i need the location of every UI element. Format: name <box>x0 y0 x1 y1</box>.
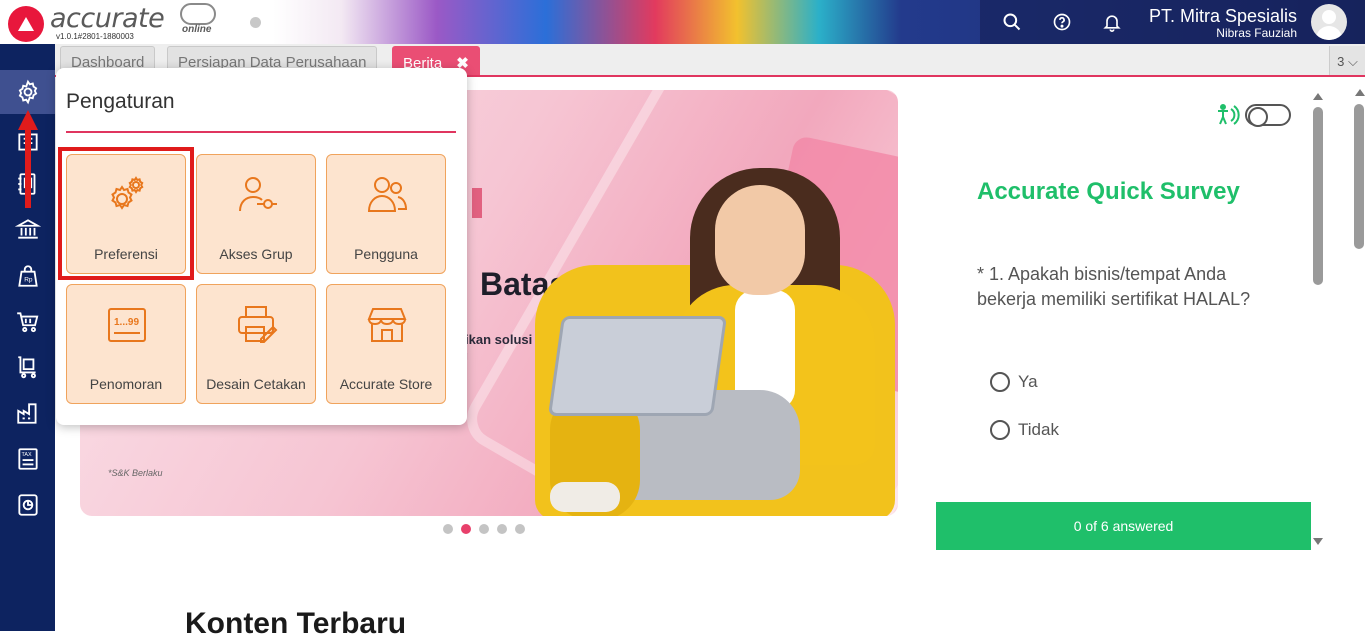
woman-face <box>715 185 805 295</box>
survey-option-tidak[interactable]: Tidak <box>990 420 1059 440</box>
user-key-icon <box>239 177 277 212</box>
option-label: Ya <box>1018 372 1038 391</box>
chart-doc-icon <box>17 494 38 516</box>
status-dot <box>250 17 261 28</box>
survey-scroll-up[interactable] <box>1313 93 1323 100</box>
cloud-icon <box>180 3 216 25</box>
carousel-dot[interactable] <box>479 524 489 534</box>
tile-accurate-store[interactable]: Accurate Store <box>326 284 446 404</box>
store-icon <box>367 308 407 342</box>
survey-scrollbar[interactable] <box>1313 107 1323 285</box>
tile-label: Penomoran <box>89 376 163 392</box>
page-scroll-up[interactable] <box>1355 89 1365 96</box>
carousel-dot[interactable] <box>497 524 507 534</box>
annotation-arrow <box>18 110 38 208</box>
top-bar: accurate online v1.0.1#2801-1880003 PT. … <box>0 0 1365 44</box>
gear-icon <box>18 79 37 105</box>
accessibility-toggle[interactable] <box>1245 104 1291 127</box>
numbering-icon: 1...99 <box>108 308 146 342</box>
popup-divider <box>66 131 456 133</box>
svg-text:TAX: TAX <box>21 452 32 458</box>
tile-label: Pengguna <box>354 246 418 262</box>
receivable-bag-icon: Rp <box>17 265 38 287</box>
search-icon[interactable] <box>1001 11 1023 33</box>
bank-icon <box>14 219 41 239</box>
carousel-dots <box>443 524 525 534</box>
company-name: PT. Mitra Spesialis <box>1148 6 1297 26</box>
sidebar-item-manufacturing[interactable] <box>0 391 55 435</box>
sidebar-item-receivables[interactable]: Rp <box>0 254 55 298</box>
banner-subtext: rikan solusi <box>460 332 533 347</box>
print-design-icon <box>238 306 278 343</box>
accurate-logo-icon <box>8 6 44 42</box>
tile-label: Akses Grup <box>219 246 293 262</box>
carousel-dot[interactable] <box>461 524 471 534</box>
bell-icon[interactable] <box>1101 11 1123 33</box>
banner-accent <box>472 188 482 218</box>
carousel-dot[interactable] <box>443 524 453 534</box>
logo-text: accurate <box>50 3 165 34</box>
sidebar-item-settings[interactable] <box>0 70 55 114</box>
survey-question: * 1. Apakah bisnis/tempat Anda bekerja m… <box>977 264 1251 309</box>
logo-online-label: online <box>182 24 212 35</box>
factory-icon <box>16 403 37 424</box>
tile-label: Accurate Store <box>339 376 433 392</box>
survey-option-ya[interactable]: Ya <box>990 372 1038 392</box>
svg-text:Rp: Rp <box>24 276 33 283</box>
radio-button[interactable] <box>990 372 1010 392</box>
radio-button[interactable] <box>990 420 1010 440</box>
tile-desain-cetakan[interactable]: Desain Cetakan <box>196 284 316 404</box>
inventory-cart-icon <box>17 356 36 379</box>
tile-label: Desain Cetakan <box>206 376 306 392</box>
carousel-dot[interactable] <box>515 524 525 534</box>
tab-count-dropdown[interactable]: 3 ⌵ <box>1329 46 1365 75</box>
option-label: Tidak <box>1018 420 1059 439</box>
accessibility-icon[interactable] <box>1215 102 1241 128</box>
company-info[interactable]: PT. Mitra Spesialis Nibras Fauziah <box>1149 6 1297 40</box>
help-icon[interactable] <box>1051 11 1073 33</box>
users-icon <box>367 177 408 212</box>
tax-icon: TAX <box>17 448 38 470</box>
version-label: v1.0.1#2801-1880003 <box>56 32 134 41</box>
survey-scroll-down[interactable] <box>1313 538 1323 545</box>
user-name: Nibras Fauziah <box>1216 26 1297 40</box>
sidebar-item-tax[interactable]: TAX <box>0 437 55 481</box>
sidebar-item-inventory[interactable] <box>0 345 55 389</box>
avatar[interactable] <box>1311 4 1347 40</box>
tile-penomoran[interactable]: 1...99 Penomoran <box>66 284 186 404</box>
survey-progress-bar: 0 of 6 answered <box>936 502 1311 550</box>
survey-title: Accurate Quick Survey <box>977 178 1240 205</box>
tile-akses-grup[interactable]: Akses Grup <box>196 154 316 274</box>
cart-icon <box>16 312 38 333</box>
sidebar-item-purchase[interactable] <box>0 300 55 344</box>
annotation-highlight <box>58 147 194 280</box>
banner-terms: *S&K Berlaku <box>108 468 163 478</box>
page-scrollbar[interactable] <box>1354 104 1364 249</box>
sidebar-item-dashboard-report[interactable] <box>0 483 55 527</box>
section-title: Konten Terbaru <box>185 607 407 640</box>
tile-pengguna[interactable]: Pengguna <box>326 154 446 274</box>
sidebar-item-bank[interactable] <box>0 207 55 251</box>
shoe-illustration <box>550 482 620 512</box>
popup-title: Pengaturan <box>66 90 175 113</box>
laptop-illustration <box>547 316 728 416</box>
svg-text:1...99: 1...99 <box>114 317 139 328</box>
